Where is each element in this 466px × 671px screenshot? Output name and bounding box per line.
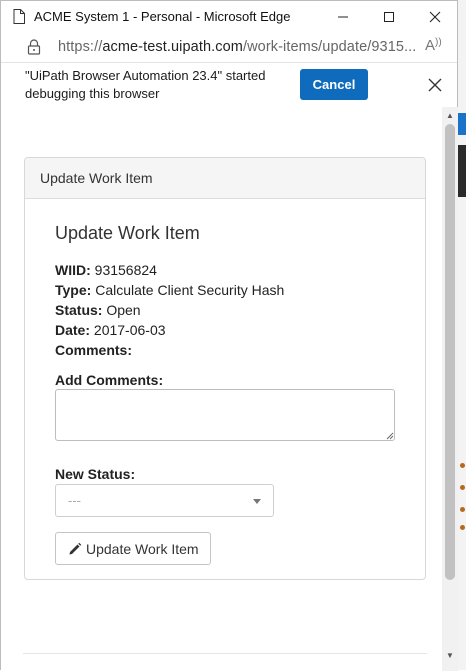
url-text[interactable]: https://acme-test.uipath.com/work-items/…	[58, 39, 416, 55]
background-blue-bar	[458, 113, 466, 135]
status-label: Status:	[55, 302, 103, 318]
window-title: ACME System 1 - Personal - Microsoft Edg…	[34, 9, 291, 24]
url-prefix: https://	[58, 39, 103, 55]
url-host: acme-test.uipath.com	[102, 39, 243, 55]
scrollbar-thumb[interactable]	[445, 124, 455, 580]
comments-label: Comments:	[55, 342, 133, 358]
update-button-label: Update Work Item	[86, 541, 199, 557]
lock-icon[interactable]	[27, 39, 41, 55]
date-field: Date: 2017-06-03	[55, 322, 166, 338]
update-work-item-panel: Update Work Item Update Work Item WIID: …	[24, 157, 426, 580]
vertical-scrollbar[interactable]: ▲ ▼	[442, 107, 458, 671]
panel-header: Update Work Item	[25, 158, 425, 199]
pencil-icon	[69, 542, 82, 555]
divider	[23, 653, 427, 654]
new-status-select[interactable]: ---	[55, 484, 274, 517]
window-close-button[interactable]	[412, 1, 458, 33]
date-value: 2017-06-03	[93, 322, 166, 338]
url-path: /work-items/update/9315...	[242, 39, 417, 55]
resize-grip-icon[interactable]	[386, 432, 394, 440]
minimize-button[interactable]	[320, 1, 366, 33]
update-work-item-button[interactable]: Update Work Item	[55, 532, 211, 565]
wiid-label: WIID:	[55, 262, 91, 278]
maximize-icon	[384, 12, 394, 22]
read-aloud-icon[interactable]: A))	[425, 37, 442, 54]
browser-window: ACME System 1 - Personal - Microsoft Edg…	[0, 0, 458, 671]
new-status-label: New Status:	[55, 466, 136, 482]
wiid-field: WIID: 93156824	[55, 262, 157, 278]
add-comments-textarea[interactable]	[55, 389, 395, 441]
title-bar: ACME System 1 - Personal - Microsoft Edg…	[1, 1, 457, 33]
minimize-icon	[338, 16, 348, 18]
page-content: Update Work Item Update Work Item WIID: …	[1, 107, 442, 671]
cancel-debugging-button[interactable]: Cancel	[300, 69, 368, 100]
panel-header-title: Update Work Item	[40, 170, 153, 186]
type-field: Type: Calculate Client Security Hash	[55, 282, 284, 298]
add-comments-label: Add Comments:	[55, 372, 164, 388]
status-value: Open	[106, 302, 141, 318]
scroll-down-arrow-icon[interactable]: ▼	[446, 651, 454, 660]
date-label: Date:	[55, 322, 91, 338]
infobar-message: "UiPath Browser Automation 23.4" started…	[25, 68, 266, 101]
scroll-up-arrow-icon[interactable]: ▲	[446, 111, 454, 120]
background-window	[458, 0, 466, 670]
new-status-selected: ---	[68, 493, 81, 508]
address-bar[interactable]: https://acme-test.uipath.com/work-items/…	[1, 33, 457, 62]
type-value: Calculate Client Security Hash	[95, 282, 285, 298]
infobar-close-icon[interactable]	[427, 77, 443, 93]
close-icon	[429, 11, 441, 23]
wiid-value: 93156824	[94, 262, 157, 278]
maximize-button[interactable]	[366, 1, 412, 33]
status-field: Status: Open	[55, 302, 141, 318]
form-title: Update Work Item	[55, 223, 200, 243]
background-dark-bar	[458, 145, 466, 197]
chevron-down-icon	[253, 499, 261, 504]
page-icon	[13, 9, 25, 24]
type-label: Type:	[55, 282, 92, 298]
debugging-infobar: "UiPath Browser Automation 23.4" started…	[1, 62, 457, 108]
